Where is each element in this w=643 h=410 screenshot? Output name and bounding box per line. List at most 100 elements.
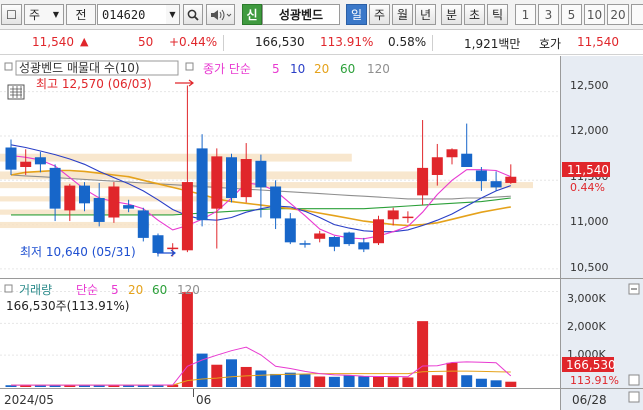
volume-bar [343,375,355,387]
prefix-label: 전 [66,4,96,25]
minute-option-3[interactable]: 3 [538,4,559,25]
search-icon[interactable] [183,4,203,25]
candle-body [20,161,32,167]
volume-ma-label: 단순 [76,283,98,297]
period-tab-day[interactable]: 일 [346,4,367,25]
legend-toggle-icon[interactable] [4,62,13,71]
candle-body [402,216,414,219]
x-axis-label-end: 06/28 [572,393,607,407]
candle-body [123,205,135,209]
price-tick: 12,000 [570,124,609,137]
up-triangle-icon: ▲ [80,35,89,48]
current-price: 11,540 [32,35,74,49]
panel-settings-button[interactable] [628,374,640,386]
volume-legend-title: 거래량 [19,283,52,297]
high-price-annotation: 최고 12,570 (06/03) [36,77,152,91]
volume-tick: 3,000K [567,292,606,305]
market-select[interactable]: 주 ▼ [24,4,64,25]
trade-amount: 1,921백만 [464,37,521,51]
price-tick: 11,000 [570,215,609,228]
turnover-rate: 0.58% [388,35,427,49]
stock-chart-window: ☐ 주 ▼ 전 014620 ▼ 신 성광벤드 일 주 월 년 분 초 틱 1 … [0,0,643,410]
candle-body [255,160,267,188]
volume-profile-bar [0,221,150,229]
candle-body [49,167,61,209]
bid-label: 호가 [539,37,562,51]
volume-bar [314,376,326,387]
minute-option-5[interactable]: 5 [561,4,582,25]
candle-body [152,235,164,253]
candle-body [505,176,517,183]
speaker-icon[interactable] [206,4,235,25]
ma120-legend: 120 [367,62,390,76]
low-price-annotation: 최저 10,640 (05/31) [20,245,136,259]
candle-body [108,186,120,218]
candle-body [196,148,208,221]
candle-body [343,232,355,245]
volume-ma20-legend: 20 [128,283,143,297]
volume-bar [328,376,340,387]
ma10-legend: 10 [290,62,305,76]
volume-ma5-legend: 5 [111,283,119,297]
chevron-down-icon[interactable]: ▼ [166,4,180,25]
volume-bar [226,359,237,387]
divider [432,35,433,51]
legend-toggle-icon[interactable] [185,62,194,71]
volume-profile-bar [0,153,352,162]
candle-body [284,218,296,243]
more-options-button[interactable] [631,4,643,25]
candle-body [181,182,193,251]
candle-body [5,147,17,170]
candle-body [299,243,311,245]
ma5-legend: 5 [272,62,280,76]
market-select-value: 주 [29,8,41,22]
volume-bar [446,362,458,387]
candle-body [34,157,46,165]
volume-bar [461,375,473,387]
ma60-legend: 60 [340,62,355,76]
period-tab-tick[interactable]: 틱 [487,4,508,25]
candle-body [270,186,282,219]
candle-body [211,156,223,209]
scroll-end-button[interactable] [628,391,640,403]
candle-body [431,157,443,175]
period-tab-minute[interactable]: 분 [441,4,462,25]
minute-option-1[interactable]: 1 [515,4,536,25]
candle-body [387,210,399,220]
volume-bar [402,377,414,387]
current-volume-percent: 113.91% [570,374,619,387]
shin-badge: 신 [242,4,262,25]
price-legend-title: 성광벤드 매물대 수(10) [19,61,140,75]
volume-bar [417,321,429,387]
minute-option-10[interactable]: 10 [584,4,605,25]
divider [223,35,224,51]
volume-ratio: 113.91% [320,35,374,49]
trade-volume: 166,530 [255,35,305,49]
price-volume-chart[interactable]: 12,500 12,000 11,500 11,000 10,500 11,54… [0,56,643,410]
volume-bar [270,373,282,387]
quote-bar: 11,540 ▲ 50 +0.44% 166,530 113.91% 0.58%… [0,31,643,55]
candle-body [79,185,90,204]
candle-body [226,157,237,199]
price-change-percent: +0.44% [169,35,218,49]
stock-code-input[interactable]: 014620 [97,4,166,25]
period-tab-week[interactable]: 주 [369,4,390,25]
volume-ma120-legend: 120 [177,283,200,297]
volume-bar [358,376,370,387]
volume-info: 166,530주(113.91%) [6,299,129,313]
volume-bar [373,376,384,387]
minute-option-20[interactable]: 20 [607,4,629,25]
candle-body [358,242,370,250]
candle-body [137,210,149,238]
checkbox-icon[interactable]: ☐ [1,4,22,25]
legend-toggle-icon[interactable] [4,284,13,293]
period-tab-month[interactable]: 월 [392,4,413,25]
period-tab-second[interactable]: 초 [464,4,485,25]
ma20-legend: 20 [314,62,329,76]
volume-bar [181,292,193,387]
volume-bar [240,366,252,387]
candle-body [167,247,179,250]
volume-bar [431,375,443,387]
candle-body [314,233,326,239]
period-tab-year[interactable]: 년 [415,4,436,25]
